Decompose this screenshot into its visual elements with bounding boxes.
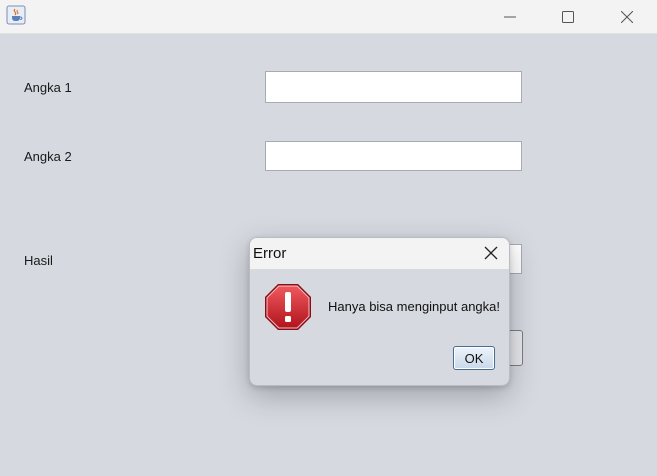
dialog-title: Error xyxy=(253,245,287,262)
error-dialog: Error Hanya bisa menginput angka! OK xyxy=(249,237,510,386)
minimize-button[interactable] xyxy=(481,0,539,33)
angka2-input[interactable] xyxy=(265,141,522,171)
window-titlebar xyxy=(0,0,657,34)
dialog-close-button[interactable] xyxy=(483,245,499,261)
angka2-label: Angka 2 xyxy=(24,149,72,164)
ok-button[interactable]: OK xyxy=(453,346,495,370)
angka1-input[interactable] xyxy=(265,71,522,103)
maximize-icon xyxy=(562,10,574,23)
dialog-titlebar: Error xyxy=(250,238,509,269)
error-octagon-icon xyxy=(264,283,312,331)
dialog-message: Hanya bisa menginput angka! xyxy=(328,299,501,314)
java-cup-icon xyxy=(6,5,26,25)
close-icon xyxy=(621,10,633,23)
maximize-button[interactable] xyxy=(539,0,597,33)
close-button[interactable] xyxy=(598,0,656,33)
minimize-icon xyxy=(504,16,516,17)
angka1-label: Angka 1 xyxy=(24,80,72,95)
hasil-label: Hasil xyxy=(24,253,53,268)
close-icon xyxy=(484,246,498,260)
